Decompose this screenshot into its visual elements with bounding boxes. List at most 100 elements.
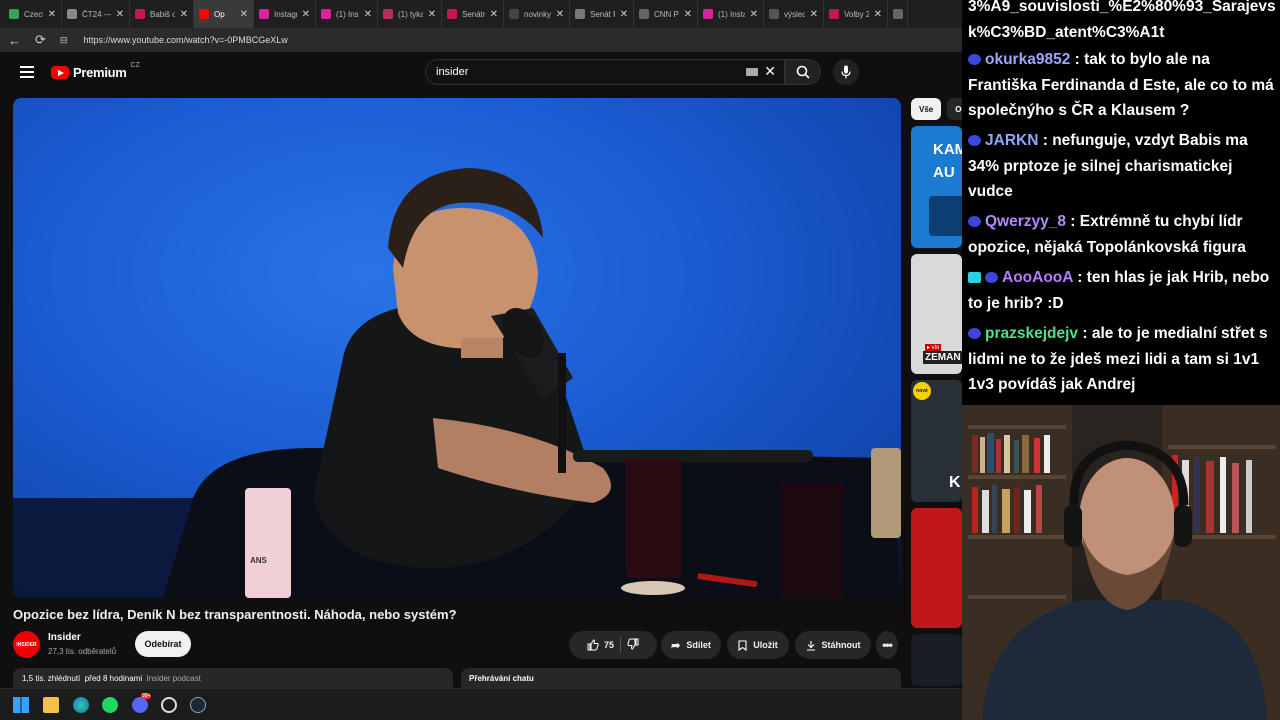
sub-badge-icon [968, 328, 981, 339]
description-tag[interactable]: Insider podcast [147, 674, 201, 683]
tab-close-icon[interactable]: ✕ [556, 9, 564, 20]
tab-close-icon[interactable]: ✕ [364, 9, 372, 20]
dislike-button[interactable] [627, 638, 639, 652]
related-thumbnail[interactable]: ▸ vlo ZEMAN [911, 254, 962, 374]
steam-icon[interactable] [190, 697, 206, 713]
tab-close-icon[interactable]: ✕ [620, 9, 628, 20]
chat-separator: : [1066, 213, 1080, 230]
browser-tab[interactable]: novinky ✕ [504, 0, 570, 28]
clear-search-icon[interactable]: ✕ [764, 63, 776, 80]
tab-favicon-icon [639, 9, 649, 19]
browser-tab[interactable]: Op ✕ [194, 0, 254, 28]
browser-tab[interactable]: Instagra ✕ [254, 0, 316, 28]
share-icon: ➦ [671, 639, 681, 652]
related-thumbnail[interactable]: KAM AU [911, 126, 962, 248]
browser-tab[interactable]: CNN Pr ✕ [634, 0, 698, 28]
tab-title: Instagra [274, 9, 297, 19]
tab-favicon-icon [703, 9, 713, 19]
browser-tab[interactable]: výsledk ✕ [764, 0, 824, 28]
back-icon[interactable]: ← [8, 33, 21, 48]
keyboard-icon[interactable] [746, 68, 758, 76]
search-input[interactable]: insider ✕ [425, 59, 785, 85]
chatgpt-icon[interactable] [161, 697, 177, 713]
tab-favicon-icon [259, 9, 269, 19]
tab-close-icon[interactable]: ✕ [240, 9, 248, 20]
address-bar: ← ⟳ ⊟ https://www.youtube.com/watch?v=-0… [0, 28, 962, 52]
chat-message: Qwerzyy_8 : Extrémně tu chybí lídr opozi… [968, 209, 1278, 260]
reload-icon[interactable]: ⟳ [35, 32, 46, 48]
voice-search-button[interactable] [833, 59, 859, 85]
tab-close-icon[interactable]: ✕ [750, 9, 758, 20]
browser-tab[interactable]: Volby 2 ✕ [824, 0, 888, 28]
description-box[interactable]: 1,5 tis. zhlédnutí před 8 hodinami Insid… [13, 668, 453, 688]
tab-close-icon[interactable]: ✕ [48, 9, 56, 20]
tab-favicon-icon [383, 9, 393, 19]
save-button[interactable]: Uložit [727, 631, 789, 659]
browser-tab[interactable]: V [888, 0, 908, 28]
tab-favicon-icon [67, 9, 77, 19]
bookmark-icon [738, 639, 747, 651]
tab-close-icon[interactable]: ✕ [874, 9, 882, 20]
tab-title: (1) Insta [336, 9, 359, 19]
browser-tab[interactable]: (1) tyka ✕ [378, 0, 442, 28]
tab-title: CzechC [24, 9, 43, 19]
youtube-play-icon [51, 66, 69, 79]
download-icon [806, 640, 815, 651]
tab-favicon-icon [9, 9, 19, 19]
download-button[interactable]: Stáhnout [795, 631, 871, 659]
tab-close-icon[interactable]: ✕ [684, 9, 692, 20]
chip-all[interactable]: Vše [911, 98, 942, 120]
tab-close-icon[interactable]: ✕ [180, 9, 188, 20]
sub-badge-icon [968, 216, 981, 227]
chat-username: AooAooA [1002, 269, 1073, 286]
folder-icon[interactable] [43, 697, 59, 713]
upload-time: před 8 hodinami [84, 674, 143, 683]
channel-avatar-text: INSIDER [16, 641, 37, 648]
chat-username: okurka9852 [985, 51, 1071, 68]
browser-tab[interactable]: (1) Insta ✕ [316, 0, 378, 28]
tab-title: Babiš o [150, 9, 175, 19]
browser-tab[interactable]: (1) Insta ✕ [698, 0, 764, 28]
edge-icon[interactable] [73, 697, 89, 713]
subscribe-button[interactable]: Odebírat [135, 631, 191, 657]
tab-close-icon[interactable]: ✕ [116, 9, 124, 20]
related-thumbnail[interactable] [911, 634, 962, 686]
browser-tab[interactable]: CzechC ✕ [4, 0, 62, 28]
url-field[interactable]: https://www.youtube.com/watch?v=-0PMBCGe… [83, 35, 287, 45]
browser-tab[interactable]: Babiš o ✕ [130, 0, 194, 28]
tab-close-icon[interactable]: ✕ [302, 9, 310, 20]
search-icon [796, 65, 810, 79]
view-count: 1,5 tis. zhlédnutí [22, 674, 81, 683]
related-thumbnail[interactable] [911, 508, 962, 628]
microphone-icon [841, 65, 851, 79]
tab-close-icon[interactable]: ✕ [428, 9, 436, 20]
sub-badge-icon [985, 272, 998, 283]
channel-avatar[interactable]: INSIDER [13, 631, 40, 658]
more-actions-icon[interactable]: ••• [876, 631, 898, 659]
search-value: insider [436, 66, 469, 78]
site-info-icon[interactable]: ⊟ [60, 35, 68, 46]
browser-tab[interactable]: Senátní ✕ [442, 0, 504, 28]
thumbnail-text: KAM AU [933, 141, 962, 181]
like-button[interactable]: 75 [587, 639, 614, 651]
channel-subscriber-count: 27,3 tis. odběratelů [48, 647, 117, 656]
hamburger-menu-icon[interactable] [20, 66, 34, 78]
chat-username: prazskejdejv [985, 325, 1079, 342]
browser-tab[interactable]: ČT24 — ✕ [62, 0, 130, 28]
tab-close-icon[interactable]: ✕ [490, 9, 498, 20]
youtube-premium-logo[interactable]: Premium CZ [51, 62, 140, 80]
windows-icon[interactable] [13, 697, 29, 713]
tab-title: Volby 2 [844, 9, 869, 19]
search-button[interactable] [785, 59, 821, 85]
discord-icon[interactable] [132, 697, 148, 713]
share-button[interactable]: ➦ Sdílet [661, 631, 721, 659]
spotify-icon[interactable] [102, 697, 118, 713]
browser-tab[interactable]: Senát R ✕ [570, 0, 634, 28]
tab-close-icon[interactable]: ✕ [810, 9, 818, 20]
related-thumbnail[interactable]: nové K [911, 380, 962, 502]
save-label: Uložit [753, 640, 778, 650]
channel-name[interactable]: Insider [48, 632, 81, 643]
chat-overflow-text: 3%A9_souvislosti_%E2%80%93_Sarajevsk%C3%… [968, 0, 1276, 41]
chat-replay-bar[interactable]: Přehrávání chatu [461, 668, 901, 688]
video-player[interactable]: ANS [13, 98, 901, 598]
